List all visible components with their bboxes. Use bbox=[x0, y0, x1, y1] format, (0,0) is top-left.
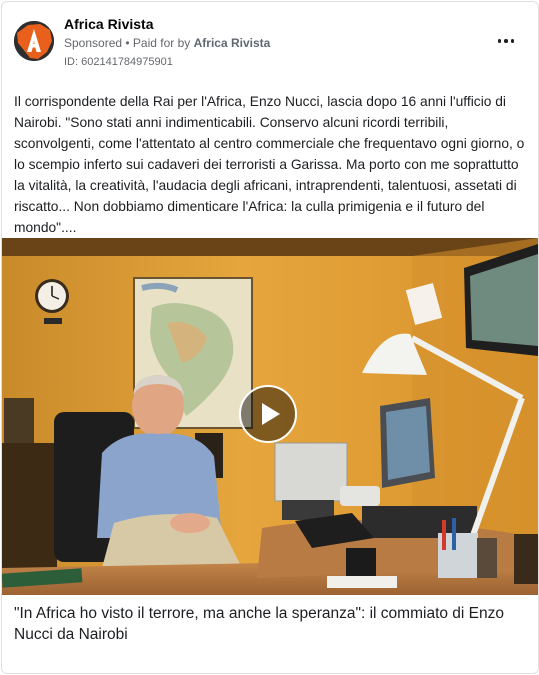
sponsored-label: Sponsored bbox=[64, 36, 123, 50]
page-name[interactable]: Africa Rivista bbox=[64, 16, 153, 32]
link-caption-bar[interactable]: "In Africa ho visto il terrore, ma anche… bbox=[2, 595, 538, 673]
link-caption[interactable]: "In Africa ho visto il terrore, ma anche… bbox=[14, 603, 529, 645]
ad-id: ID: 602141784975901 bbox=[64, 56, 173, 68]
play-icon[interactable] bbox=[239, 385, 297, 443]
ad-post-card: Africa Rivista Sponsored • Paid for by A… bbox=[1, 1, 539, 674]
post-header: Africa Rivista Sponsored • Paid for by A… bbox=[2, 2, 538, 82]
paid-for-name[interactable]: Africa Rivista bbox=[194, 36, 271, 50]
post-body-text: Il corrispondente della Rai per l'Africa… bbox=[14, 94, 525, 235]
more-options-icon[interactable] bbox=[490, 30, 522, 52]
sponsored-line: Sponsored • Paid for by Africa Rivista bbox=[64, 36, 270, 50]
paid-for-prefix: Paid for by bbox=[132, 36, 191, 50]
africa-rivista-logo-icon[interactable] bbox=[14, 21, 54, 61]
meta-separator: • bbox=[122, 36, 133, 50]
